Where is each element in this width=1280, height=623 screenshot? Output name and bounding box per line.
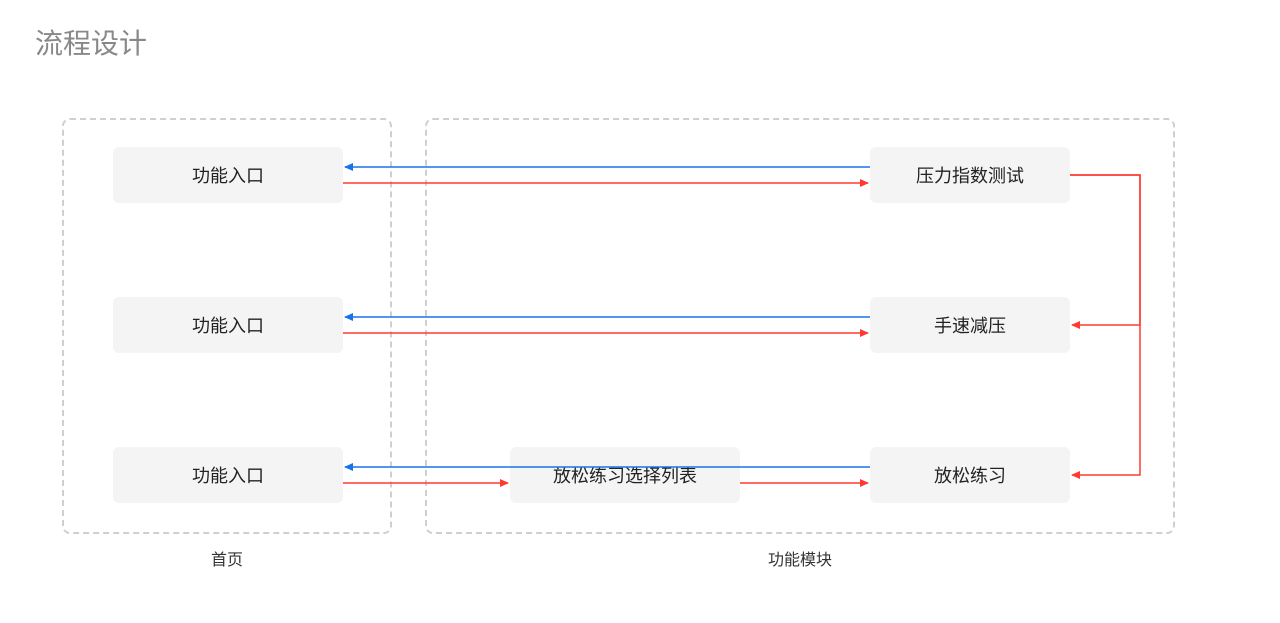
node-entry-2: 功能入口 xyxy=(113,297,343,353)
node-label: 放松练习选择列表 xyxy=(553,462,697,488)
node-label: 功能入口 xyxy=(192,462,264,488)
node-label: 功能入口 xyxy=(192,312,264,338)
node-entry-3: 功能入口 xyxy=(113,447,343,503)
node-stress-test: 压力指数测试 xyxy=(870,147,1070,203)
node-label: 压力指数测试 xyxy=(916,162,1024,188)
group-modules-label: 功能模块 xyxy=(425,546,1175,570)
node-label: 手速减压 xyxy=(934,312,1006,338)
diagram-canvas: 流程设计 首页 功能模块 功能入口 功能入口 功能入口 压力指数测试 手速减压 … xyxy=(0,0,1280,623)
node-relax-list: 放松练习选择列表 xyxy=(510,447,740,503)
node-entry-1: 功能入口 xyxy=(113,147,343,203)
node-label: 放松练习 xyxy=(934,462,1006,488)
node-label: 功能入口 xyxy=(192,162,264,188)
page-title: 流程设计 xyxy=(35,22,147,62)
group-homepage-label: 首页 xyxy=(62,546,392,570)
node-relax-practice: 放松练习 xyxy=(870,447,1070,503)
node-speed-relief: 手速减压 xyxy=(870,297,1070,353)
